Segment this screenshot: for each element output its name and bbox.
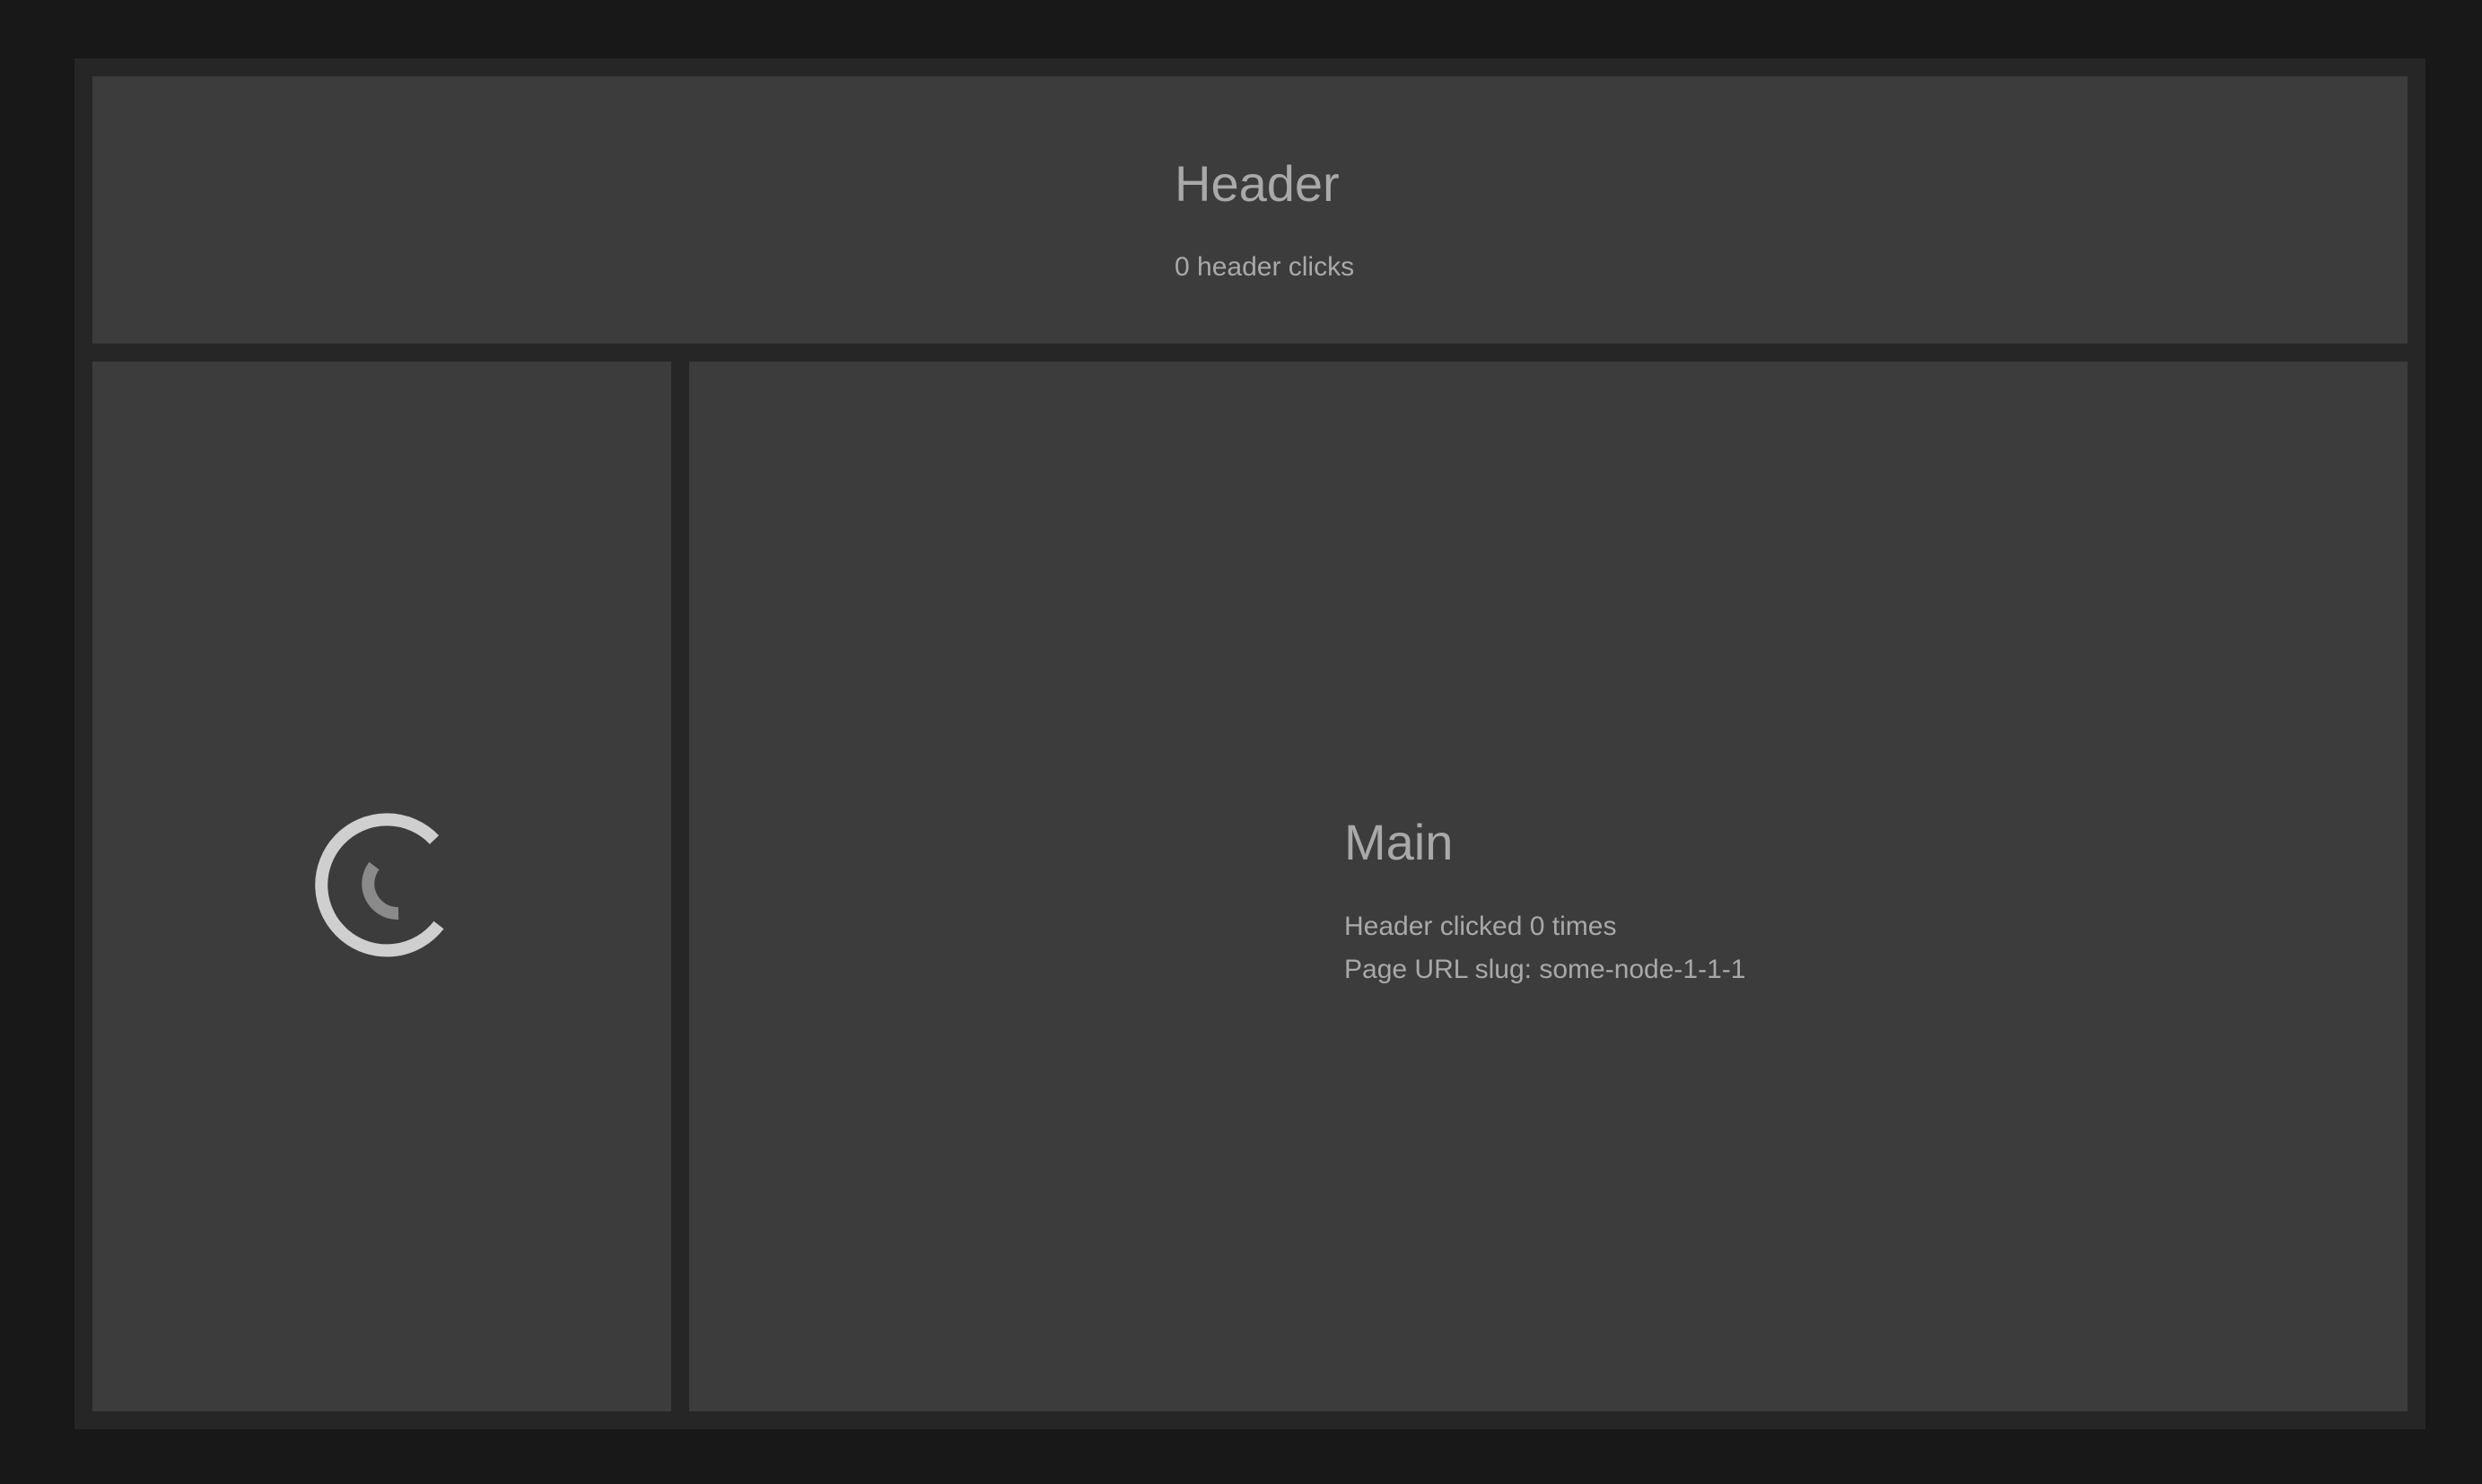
header-title: Header [1175, 155, 1340, 212]
main-content: Main Header clicked 0 times Page URL slu… [1344, 817, 1745, 991]
header-clicked-count-text: Header clicked 0 times [1344, 912, 1617, 941]
main-info: Header clicked 0 times Page URL slug: so… [1344, 905, 1745, 991]
app-frame: Header 0 header clicks Main Header click… [74, 58, 2425, 1429]
sidebar-panel [92, 362, 671, 1411]
header-clicks-counter: 0 header clicks [1175, 252, 1355, 282]
page-url-slug-text: Page URL slug: some-node-1-1-1 [1344, 955, 1746, 984]
spinner-icon [315, 813, 444, 957]
header-panel[interactable]: Header 0 header clicks [92, 76, 2408, 344]
main-panel: Main Header clicked 0 times Page URL slu… [689, 362, 2408, 1411]
main-title: Main [1344, 814, 1454, 870]
header-content: Header 0 header clicks [1175, 159, 1354, 281]
